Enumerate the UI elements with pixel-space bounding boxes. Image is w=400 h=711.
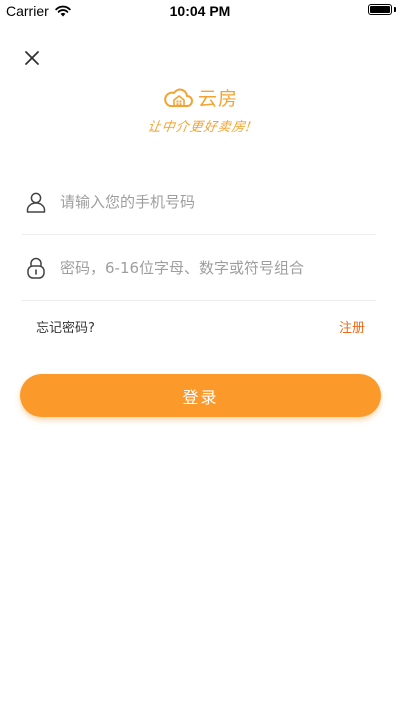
close-icon <box>25 51 39 65</box>
battery-fill <box>370 6 390 13</box>
logo-top: 云房 <box>162 84 238 111</box>
battery-icon <box>368 4 392 15</box>
forgot-password-link[interactable]: 忘记密码? <box>36 317 95 336</box>
logo-name: 云房 <box>197 88 238 110</box>
login-button[interactable]: 登录 <box>20 374 381 417</box>
register-link[interactable]: 注册 <box>339 317 365 336</box>
user-icon <box>26 192 46 213</box>
logo-slogan: 让中介更好卖房! <box>146 119 253 135</box>
cloud-house-icon <box>164 88 193 107</box>
close-button[interactable] <box>19 45 45 71</box>
password-input[interactable] <box>60 252 376 283</box>
status-bar: Carrier 10:04 PM <box>0 0 400 22</box>
lock-icon <box>27 257 45 279</box>
password-field-row <box>22 235 376 301</box>
phone-field-row <box>22 169 376 235</box>
battery-tip <box>394 7 396 12</box>
status-time: 10:04 PM <box>169 3 231 19</box>
app-logo: 云房 让中介更好卖房! <box>0 84 400 135</box>
phone-input[interactable] <box>60 186 376 217</box>
